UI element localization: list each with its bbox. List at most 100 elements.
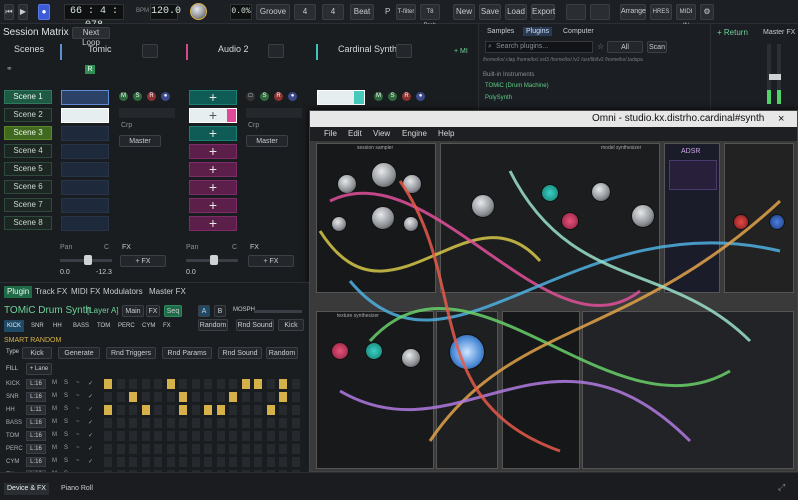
sequencer-step[interactable] [116,444,125,454]
t8-prob-button[interactable]: T8 Prob [420,4,440,29]
sequencer-step[interactable] [154,444,162,454]
sequencer-step[interactable] [116,405,125,415]
lane-length[interactable]: L:16 [26,431,46,441]
lane-length[interactable]: L:16 [26,444,46,454]
sequencer-step[interactable] [229,379,237,389]
sequencer-step[interactable] [241,379,250,389]
sequencer-step[interactable] [291,457,300,467]
sequencer-step[interactable] [241,392,250,402]
sequencer-step[interactable] [141,379,150,389]
clip-slot[interactable]: + [189,180,237,195]
sequencer-step[interactable] [254,392,262,402]
sequencer-step[interactable] [216,418,225,428]
sequencer-step[interactable] [116,392,125,402]
monitor-button[interactable]: ● [161,92,170,101]
clip-slot[interactable] [317,90,365,105]
sequencer-step[interactable] [204,457,212,467]
close-icon[interactable]: × [778,111,784,127]
menu-edit[interactable]: Edit [348,127,362,141]
sequencer-step[interactable] [141,392,150,402]
drum-tab[interactable]: HH [50,320,65,332]
lane-length[interactable]: L:16 [26,418,46,428]
rnd-sound-button[interactable]: Rnd Sound [236,319,274,331]
swing-knob[interactable] [190,3,207,20]
rnd-triggers-button[interactable]: Rnd Triggers [106,347,156,359]
folder-icon[interactable] [142,44,158,58]
sequencer-step[interactable] [141,444,150,454]
drum-tab[interactable]: FX [160,320,174,332]
clip-slot[interactable]: + [189,126,237,141]
scene-button[interactable]: Scene 6 [4,180,52,194]
sequencer-step[interactable] [254,431,262,441]
save-button[interactable]: Save [479,4,501,20]
morph-slider[interactable] [254,310,302,313]
lane-enable-toggle[interactable]: ✓ [88,380,93,387]
redo-button[interactable] [590,4,610,20]
monitor-button[interactable]: ● [288,92,297,101]
sequencer-step[interactable] [116,418,125,428]
sequencer-step[interactable] [129,405,137,415]
sequencer-step[interactable] [229,444,237,454]
clip-slot[interactable]: + [189,144,237,159]
sequencer-step[interactable] [154,457,162,467]
sequencer-step[interactable] [216,405,225,415]
sequencer-step[interactable] [104,431,112,441]
tab-midi-fx[interactable]: MIDI FX [68,286,103,298]
clip-slot[interactable] [61,180,109,195]
add-mix-button[interactable]: + MI [454,48,468,55]
sequencer-step[interactable] [166,392,175,402]
play-button[interactable]: ▶ [18,4,28,20]
clip-slot[interactable] [61,108,109,123]
sequencer-step[interactable] [179,444,187,454]
export-button[interactable]: Export [531,4,555,20]
sequencer-step[interactable] [266,444,275,454]
record-button[interactable]: ● [38,4,50,20]
favorite-star-icon[interactable]: ☆ [597,42,604,51]
add-return-button[interactable]: + Return [717,28,748,37]
clip-slot[interactable] [61,126,109,141]
sequencer-step[interactable] [141,418,150,428]
sequencer-step[interactable] [241,457,250,467]
sequencer-step[interactable] [179,392,187,402]
lane-curve-icon[interactable]: ~ [76,419,80,425]
sequencer-step[interactable] [291,431,300,441]
fx-button[interactable]: FX [146,305,160,317]
mute-button[interactable]: M [119,92,128,101]
lane-length[interactable]: L:11 [26,405,46,415]
lane-solo-button[interactable]: S [64,380,68,386]
drum-tab[interactable]: CYM [139,320,158,332]
sequencer-step[interactable] [279,379,287,389]
sequencer-step[interactable] [291,379,300,389]
sequencer-step[interactable] [166,431,175,441]
scene-button[interactable]: Scene 5 [4,162,52,176]
solo-button[interactable]: S [260,92,269,101]
clip-slot[interactable] [61,90,109,105]
sequencer-step[interactable] [166,444,175,454]
menu-help[interactable]: Help [438,127,454,141]
t-filter-button[interactable]: T-filter [396,4,416,20]
folder-icon[interactable] [396,44,412,58]
menu-file[interactable]: File [324,127,337,141]
lane-mute-button[interactable]: M [52,458,57,464]
sequencer-step[interactable] [204,444,212,454]
scene-button[interactable]: Scene 1 [4,90,52,104]
arrange-button[interactable]: Arrange [620,4,646,20]
sequencer-step[interactable] [216,379,225,389]
undo-button[interactable] [566,4,586,20]
new-button[interactable]: New [453,4,475,20]
search-input[interactable]: ⌕ Search plugins... [485,41,593,53]
sequencer-step[interactable] [254,457,262,467]
sequencer-step[interactable] [191,379,200,389]
type-select[interactable]: Kick [22,347,52,359]
lane-mute-button[interactable]: M [52,406,57,412]
monitor-button[interactable]: ● [416,92,425,101]
sequencer-step[interactable] [154,418,162,428]
lane-solo-button[interactable]: S [64,406,68,412]
clip-slot[interactable]: + [189,198,237,213]
drum-tab[interactable]: TOM [94,320,113,332]
drum-tab[interactable]: SNR [28,320,47,332]
lane-solo-button[interactable]: S [64,393,68,399]
lane-enable-toggle[interactable]: ✓ [88,406,93,413]
lane-curve-icon[interactable]: ~ [76,445,80,451]
lane-mute-button[interactable]: M [52,445,57,451]
